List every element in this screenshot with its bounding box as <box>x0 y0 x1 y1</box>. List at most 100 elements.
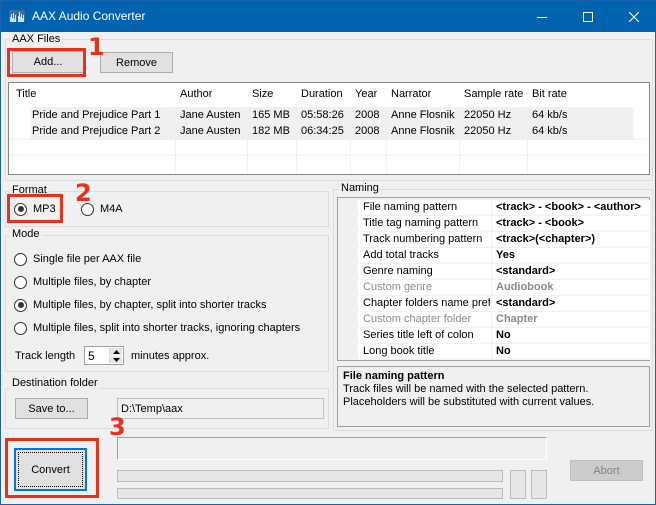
mode-by-chapter-split-radio[interactable]: Multiple files, by chapter, split into s… <box>14 297 267 313</box>
mode-single-file-radio[interactable]: Single file per AAX file <box>14 251 141 267</box>
property-row[interactable]: Genre naming <standard> <box>358 264 650 280</box>
cell-duration: 06:34:25 <box>301 125 344 137</box>
property-separator[interactable] <box>491 312 492 328</box>
property-value[interactable]: Audiobook <box>496 280 650 296</box>
main-window: AAX Audio Converter AAX Files Add... Rem… <box>0 0 656 505</box>
property-name: Title tag naming pattern <box>363 217 479 229</box>
property-help-panel: File naming pattern Track files will be … <box>337 366 650 427</box>
column-header-author[interactable]: Author <box>180 83 212 105</box>
arrow-down-icon <box>112 357 120 362</box>
mode-by-chapter-radio[interactable]: Multiple files, by chapter <box>14 274 151 290</box>
abort-button[interactable]: Abort <box>570 460 643 481</box>
list-row[interactable]: Pride and Prejudice Part 1 Jane Austen 1… <box>31 107 633 123</box>
annotation-number-1: 1 <box>88 33 105 61</box>
property-row[interactable]: Custom genre Audiobook <box>358 280 650 296</box>
help-description-line: Track files will be named with the selec… <box>343 383 589 395</box>
property-value[interactable]: <track>(<chapter>) <box>496 232 650 248</box>
property-value[interactable]: No <box>496 328 650 344</box>
stepper-down-button[interactable] <box>110 356 122 363</box>
column-header-duration[interactable]: Duration <box>301 83 343 105</box>
mode-option-label: Multiple files, by chapter, split into s… <box>33 299 267 311</box>
progress-bar-overall <box>117 488 503 499</box>
property-name: Custom genre <box>363 281 433 293</box>
property-row[interactable]: Custom chapter folder Chapter <box>358 312 650 328</box>
column-header-sample-rate[interactable]: Sample rate <box>464 83 523 105</box>
mode-label: Mode <box>10 228 42 240</box>
list-header: Title Author Size Duration Year Narrator… <box>9 83 649 105</box>
property-name: Add total tracks <box>363 249 439 261</box>
cell-sample-rate: 22050 Hz <box>464 125 512 137</box>
destination-path-field[interactable]: D:\Temp\aax <box>117 398 324 419</box>
cell-title: Pride and Prejudice Part 1 <box>32 109 161 121</box>
property-row[interactable]: Long book title No <box>358 344 650 360</box>
property-value[interactable]: Chapter <box>496 312 650 328</box>
property-value[interactable]: No <box>496 344 650 360</box>
property-name: Custom chapter folder <box>363 313 472 325</box>
cell-narrator: Anne Flosnik <box>391 125 455 137</box>
help-description-line: Placeholders will be substituted with cu… <box>343 396 595 408</box>
property-separator[interactable] <box>491 328 492 344</box>
naming-label: Naming <box>339 182 381 194</box>
radio-unselected-icon <box>14 321 27 335</box>
help-title: File naming pattern <box>343 370 445 382</box>
close-icon <box>629 11 639 22</box>
annotation-number-3: 3 <box>109 413 126 441</box>
cell-bit-rate: 64 kb/s <box>532 109 568 121</box>
progress-indicator-2 <box>531 470 547 499</box>
close-button[interactable] <box>611 1 656 32</box>
remove-button[interactable]: Remove <box>100 52 173 73</box>
arrow-up-icon <box>112 349 120 354</box>
property-separator[interactable] <box>491 344 492 360</box>
property-row[interactable]: Track numbering pattern <track>(<chapter… <box>358 232 650 248</box>
property-separator[interactable] <box>491 296 492 312</box>
aax-files-list[interactable]: Title Author Size Duration Year Narrator… <box>8 82 650 175</box>
title-bar[interactable]: AAX Audio Converter <box>1 1 656 32</box>
maximize-icon <box>583 11 593 22</box>
save-to-button[interactable]: Save to... <box>15 398 88 419</box>
cell-sample-rate: 22050 Hz <box>464 109 512 121</box>
grid-line <box>9 139 649 140</box>
format-m4a-label: M4A <box>100 203 123 215</box>
column-header-year[interactable]: Year <box>355 83 377 105</box>
mode-split-ignore-chapters-radio[interactable]: Multiple files, split into shorter track… <box>14 320 300 336</box>
maximize-button[interactable] <box>565 1 611 32</box>
minimize-button[interactable] <box>519 1 565 32</box>
window-title: AAX Audio Converter <box>32 9 146 23</box>
property-name: Chapter folders name prefi <box>363 297 490 309</box>
property-row[interactable]: Series title left of colon No <box>358 328 650 344</box>
track-length-value[interactable]: 5 <box>88 349 95 363</box>
property-value[interactable]: <standard> <box>496 296 650 312</box>
property-separator[interactable] <box>491 232 492 248</box>
annotation-box-step-2 <box>7 194 63 223</box>
track-length-stepper[interactable]: 5 <box>84 346 124 365</box>
property-name: Genre naming <box>363 265 433 277</box>
cell-size: 165 MB <box>252 109 290 121</box>
property-row[interactable]: Title tag naming pattern <track> - <book… <box>358 216 650 232</box>
property-row[interactable]: Add total tracks Yes <box>358 248 650 264</box>
property-separator[interactable] <box>491 216 492 232</box>
mode-option-label: Multiple files, by chapter <box>33 276 151 288</box>
naming-property-grid[interactable]: File naming pattern <track> - <book> - <… <box>337 197 650 361</box>
radio-unselected-icon <box>14 252 27 266</box>
column-header-bit-rate[interactable]: Bit rate <box>532 83 567 105</box>
property-row[interactable]: File naming pattern <track> - <book> - <… <box>358 200 650 216</box>
property-row[interactable]: Chapter folders name prefi <standard> <box>358 296 650 312</box>
list-row[interactable]: Pride and Prejudice Part 2 Jane Austen 1… <box>31 123 633 139</box>
column-header-size[interactable]: Size <box>252 83 273 105</box>
column-header-title[interactable]: Title <box>16 83 36 105</box>
column-header-narrator[interactable]: Narrator <box>391 83 431 105</box>
property-value[interactable]: <standard> <box>496 264 650 280</box>
property-separator[interactable] <box>491 248 492 264</box>
stepper-up-button[interactable] <box>110 348 122 355</box>
property-separator[interactable] <box>491 280 492 296</box>
property-separator[interactable] <box>491 200 492 216</box>
property-value[interactable]: <track> - <book> <box>496 216 650 232</box>
aax-files-label: AAX Files <box>10 33 63 45</box>
property-value[interactable]: <track> - <book> - <author> <box>496 200 650 216</box>
mode-option-label: Multiple files, split into shorter track… <box>33 322 301 334</box>
annotation-number-2: 2 <box>75 179 92 207</box>
cell-bit-rate: 64 kb/s <box>532 125 568 137</box>
property-separator[interactable] <box>491 264 492 280</box>
property-value[interactable]: Yes <box>496 248 650 264</box>
annotation-box-step-1 <box>7 48 86 77</box>
